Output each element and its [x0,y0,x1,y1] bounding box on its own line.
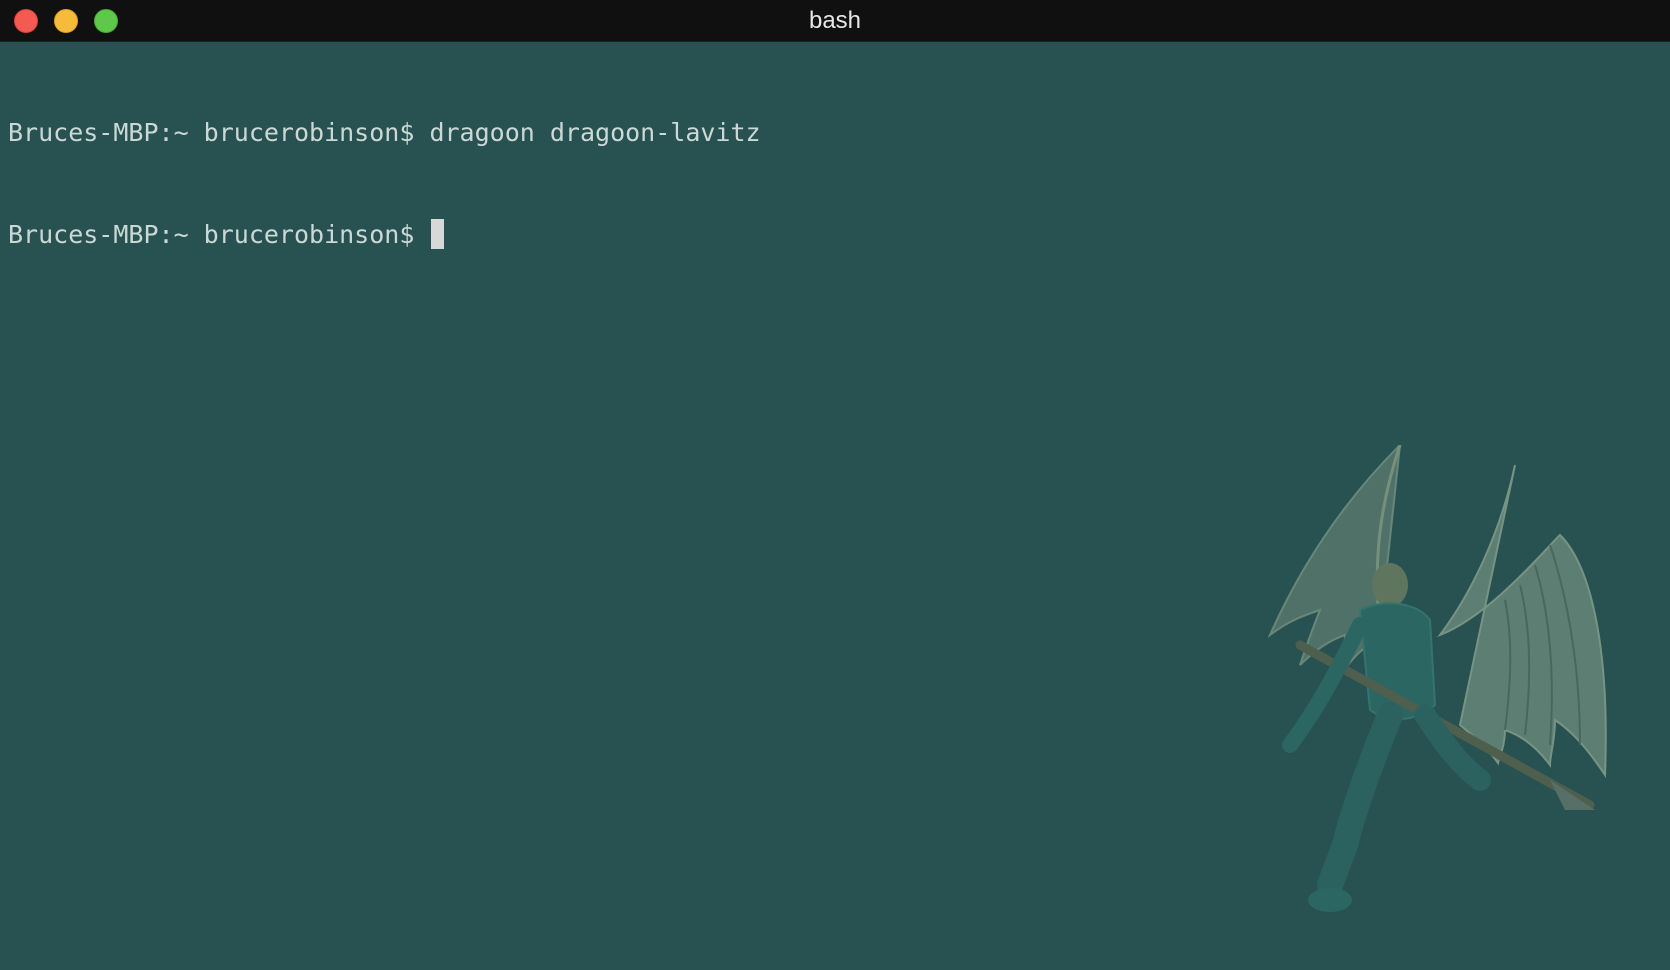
terminal-line: Bruces-MBP:~ brucerobinson$ [8,218,761,252]
title-bar[interactable]: bash [0,0,1670,42]
terminal-line: Bruces-MBP:~ brucerobinson$ dragoon drag… [8,116,761,150]
prompt: Bruces-MBP:~ brucerobinson$ [8,118,415,147]
winged-knight-artwork-icon [1267,445,1607,912]
window-title: bash [808,7,862,34]
text-cursor [431,219,445,249]
command-text: dragoon dragoon-lavitz [429,118,761,147]
terminal-window: bash Bruces-MBP:~ brucerobinson$ dragoon… [0,0,1670,970]
prompt: Bruces-MBP:~ brucerobinson$ [8,220,415,249]
terminal-output[interactable]: Bruces-MBP:~ brucerobinson$ dragoon drag… [8,48,761,320]
